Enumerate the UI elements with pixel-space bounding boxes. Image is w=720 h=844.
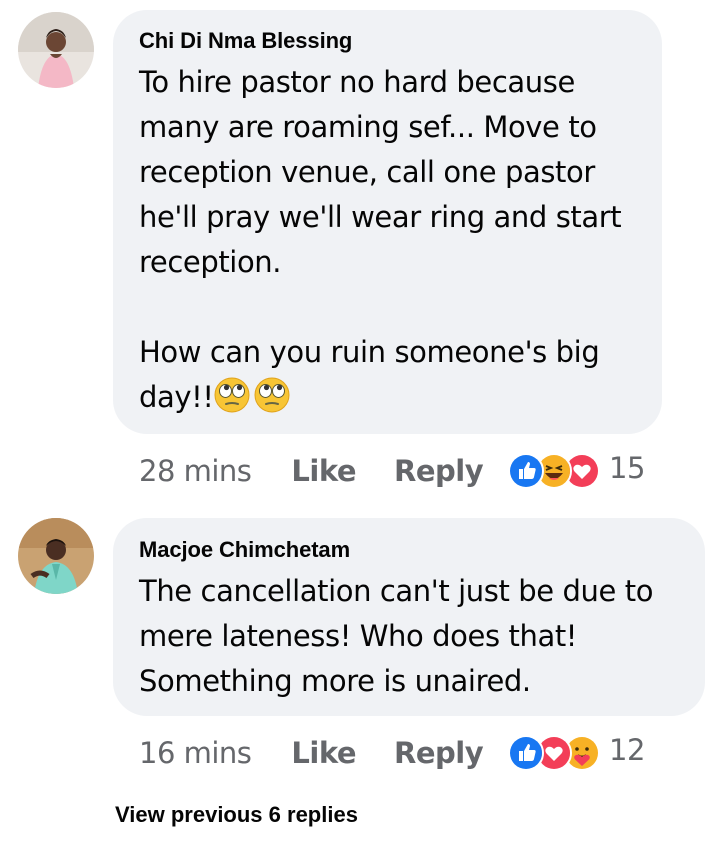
avatar[interactable] [18, 518, 94, 594]
reaction-count: 12 [609, 733, 645, 767]
comment-text: To hire pastor no hard because many are … [139, 60, 636, 420]
reaction-count: 15 [609, 451, 645, 485]
like-button[interactable]: Like [291, 736, 356, 770]
comment-author[interactable]: Chi Di Nma Blessing [139, 28, 636, 54]
reply-button[interactable]: Reply [394, 736, 484, 770]
comment-text-main: The cancellation can't just be due to me… [139, 574, 654, 698]
comment-text: The cancellation can't just be due to me… [139, 569, 679, 704]
like-icon [508, 735, 544, 771]
comment-timestamp[interactable]: 16 mins [139, 736, 252, 770]
reaction-summary[interactable]: 15 [508, 451, 658, 489]
comment-author[interactable]: Macjoe Chimchetam [139, 537, 679, 563]
avatar[interactable] [18, 12, 94, 88]
like-button[interactable]: Like [291, 454, 356, 488]
view-previous-replies-link[interactable]: View previous 6 replies [115, 802, 358, 828]
profile-photo-woman-icon [18, 12, 94, 88]
comment-text-main: To hire pastor no hard because many are … [139, 65, 622, 369]
profile-photo-man-icon [18, 518, 94, 594]
comment-text-tail: day!! [139, 380, 214, 414]
reaction-summary[interactable]: 12 [508, 733, 658, 771]
face-with-rolling-eyes-icon [254, 377, 290, 413]
comment-bubble: Macjoe Chimchetam The cancellation can't… [113, 518, 705, 716]
comment-meta: 28 mins Like Reply [139, 451, 484, 491]
reply-button[interactable]: Reply [394, 454, 484, 488]
comment-bubble: Chi Di Nma Blessing To hire pastor no ha… [113, 10, 662, 434]
face-with-rolling-eyes-icon [214, 377, 250, 413]
comment-timestamp[interactable]: 28 mins [139, 454, 252, 488]
comment-meta: 16 mins Like Reply [139, 733, 484, 773]
like-icon [508, 453, 544, 489]
